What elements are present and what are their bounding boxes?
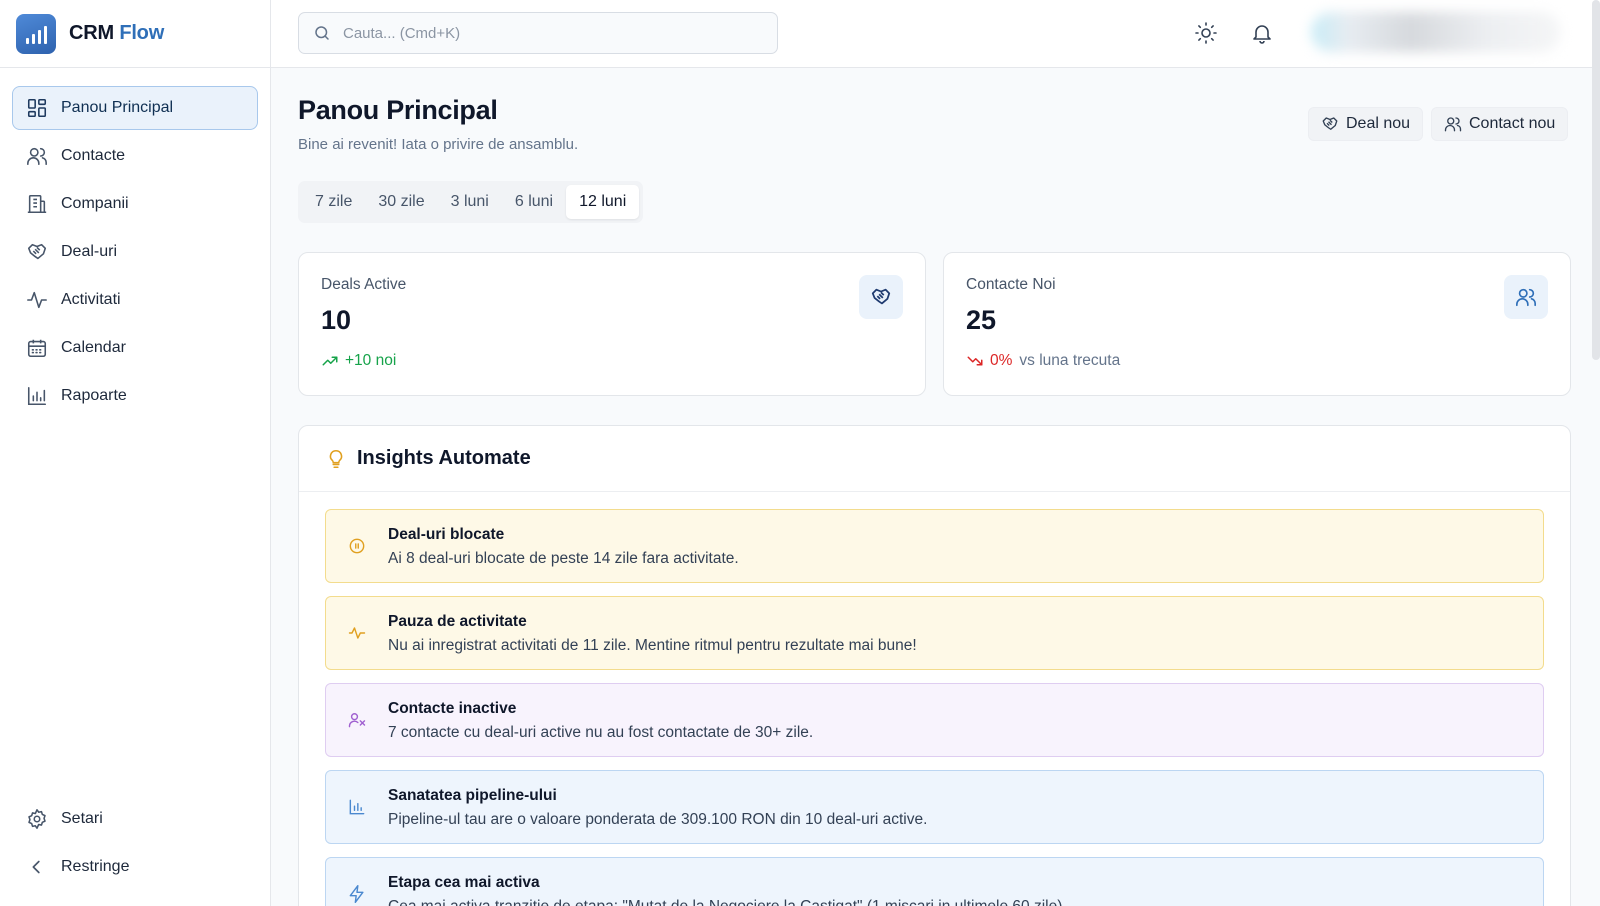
insight-title: Etapa cea mai activa [388, 874, 540, 891]
deals-badge [859, 275, 903, 319]
new-contacts-trend-value: 0% [990, 352, 1013, 369]
page-subtitle: Bine ai revenit! Iata o privire de ansam… [298, 136, 579, 153]
insight-item[interactable]: Deal-uri blocate Ai 8 deal-uri blocate d… [325, 509, 1544, 583]
contacts-badge [1504, 275, 1548, 319]
insight-desc: Pipeline-ul tau are o valoare ponderata … [388, 811, 928, 828]
brand-name-main: CRM [69, 22, 114, 44]
new-contact-label: Contact nou [1469, 115, 1556, 132]
insight-desc: Ai 8 deal-uri blocate de peste 14 zile f… [388, 550, 739, 567]
main-content: Panou Principal Bine ai revenit! Iata o … [271, 69, 1600, 906]
sidebar-item-label: Companii [61, 195, 129, 212]
insight-item[interactable]: Pauza de activitate Nu ai inregistrat ac… [325, 596, 1544, 670]
sun-icon[interactable] [1194, 21, 1218, 45]
insight-title: Contacte inactive [388, 700, 517, 717]
deals-active-trend: +10 noi [321, 352, 396, 370]
period-tabs: 7 zile 30 zile 3 luni 6 luni 12 luni [298, 181, 644, 223]
tab-30-zile[interactable]: 30 zile [365, 185, 437, 219]
deals-active-card[interactable]: Deals Active 10 +10 noi [298, 252, 926, 396]
sidebar-item-label: Rapoarte [61, 387, 127, 404]
sidebar-item-label: Deal-uri [61, 243, 118, 260]
search-input[interactable] [343, 24, 743, 42]
deals-active-label: Deals Active [321, 276, 407, 293]
sidebar-item-label: Panou Principal [61, 99, 174, 116]
sidebar-item-label: Activitati [61, 291, 121, 308]
search-box[interactable] [298, 12, 778, 54]
sidebar-nav: Panou Principal Contacte Companii Deal-u… [0, 68, 270, 418]
sidebar-collapse-button[interactable]: Restringe [12, 845, 258, 889]
insight-item[interactable]: Etapa cea mai activa Cea mai activa tran… [325, 857, 1544, 906]
trending-down-icon [966, 352, 984, 370]
new-contacts-trend-suffix: vs luna trecuta [1019, 352, 1121, 369]
sidebar-item-setari[interactable]: Setari [12, 797, 258, 841]
new-contacts-card[interactable]: Contacte Noi 25 0% vs luna trecuta [943, 252, 1571, 396]
insights-header: Insights Automate [299, 426, 1570, 492]
sidebar-item-deal-uri[interactable]: Deal-uri [12, 230, 258, 274]
new-deal-label: Deal nou [1346, 115, 1411, 132]
users-icon [1444, 115, 1462, 133]
insight-item[interactable]: Sanatatea pipeline-ului Pipeline-ul tau … [325, 770, 1544, 844]
sidebar-item-label: Setari [61, 810, 103, 827]
sidebar-item-label: Contacte [61, 147, 126, 164]
sidebar-item-activitati[interactable]: Activitati [12, 278, 258, 322]
sidebar: CRM Flow Panou Principal Contacte Compan… [0, 0, 271, 906]
sidebar-item-panou-principal[interactable]: Panou Principal [12, 86, 258, 130]
deals-active-trend-text: +10 noi [345, 352, 397, 369]
deals-active-value: 10 [321, 305, 352, 335]
new-contact-button[interactable]: Contact nou [1431, 107, 1569, 141]
user-profile-menu[interactable] [1311, 12, 1561, 52]
handshake-icon [870, 286, 892, 308]
users-icon [1515, 286, 1537, 308]
bar-chart-icon [26, 385, 48, 407]
bell-icon[interactable] [1250, 21, 1274, 45]
tab-3-luni[interactable]: 3 luni [438, 185, 502, 219]
lightning-icon [347, 884, 367, 904]
new-deal-button[interactable]: Deal nou [1308, 107, 1424, 141]
brand-name-accent: Flow [119, 22, 165, 44]
new-contacts-label: Contacte Noi [966, 276, 1056, 293]
activity-pulse-icon [347, 623, 367, 643]
page-title: Panou Principal [298, 95, 498, 125]
user-x-icon [347, 710, 367, 730]
new-contacts-trend: 0% vs luna trecuta [966, 352, 1120, 370]
brand-logo-icon [16, 13, 56, 54]
sidebar-item-label: Restringe [61, 858, 130, 875]
insights-title: Insights Automate [357, 447, 531, 469]
brand-name: CRM Flow [69, 22, 164, 45]
tab-12-luni[interactable]: 12 luni [566, 185, 640, 219]
insight-title: Deal-uri blocate [388, 526, 505, 543]
sidebar-item-label: Calendar [61, 339, 126, 356]
bar-chart-icon [347, 797, 367, 817]
activity-pulse-icon [26, 289, 48, 311]
users-icon [26, 145, 48, 167]
topbar [271, 0, 1600, 360]
insight-desc: Cea mai activa tranzitie de etapa: "Muta… [388, 898, 1062, 906]
building-icon [26, 193, 48, 215]
handshake-icon [26, 241, 48, 263]
new-contacts-value: 25 [966, 305, 997, 335]
tab-6-luni[interactable]: 6 luni [502, 185, 566, 219]
sidebar-item-rapoarte[interactable]: Rapoarte [12, 374, 258, 418]
sidebar-item-companii[interactable]: Companii [12, 182, 258, 226]
tab-7-zile[interactable]: 7 zile [302, 185, 365, 219]
sidebar-item-calendar[interactable]: Calendar [12, 326, 258, 370]
search-icon [313, 24, 331, 42]
chevron-left-icon [26, 856, 48, 878]
lightbulb-icon [325, 448, 347, 470]
trending-up-icon [321, 352, 339, 370]
insight-title: Pauza de activitate [388, 613, 527, 630]
handshake-icon [1321, 115, 1339, 133]
gear-icon [26, 808, 48, 830]
sidebar-item-contacte[interactable]: Contacte [12, 134, 258, 178]
sidebar-bottom: Setari Restringe [12, 797, 258, 893]
insights-panel: Insights Automate Deal-uri blocate Ai 8 … [298, 425, 1571, 906]
dashboard-grid-icon [26, 97, 48, 119]
insights-list: Deal-uri blocate Ai 8 deal-uri blocate d… [299, 492, 1570, 906]
brand[interactable]: CRM Flow [0, 0, 270, 68]
insight-desc: Nu ai inregistrat activitati de 11 zile.… [388, 637, 917, 654]
calendar-icon [26, 337, 48, 359]
insight-desc: 7 contacte cu deal-uri active nu au fost… [388, 724, 814, 741]
pause-circle-icon [347, 536, 367, 556]
insight-item[interactable]: Contacte inactive 7 contacte cu deal-uri… [325, 683, 1544, 757]
insight-title: Sanatatea pipeline-ului [388, 787, 557, 804]
